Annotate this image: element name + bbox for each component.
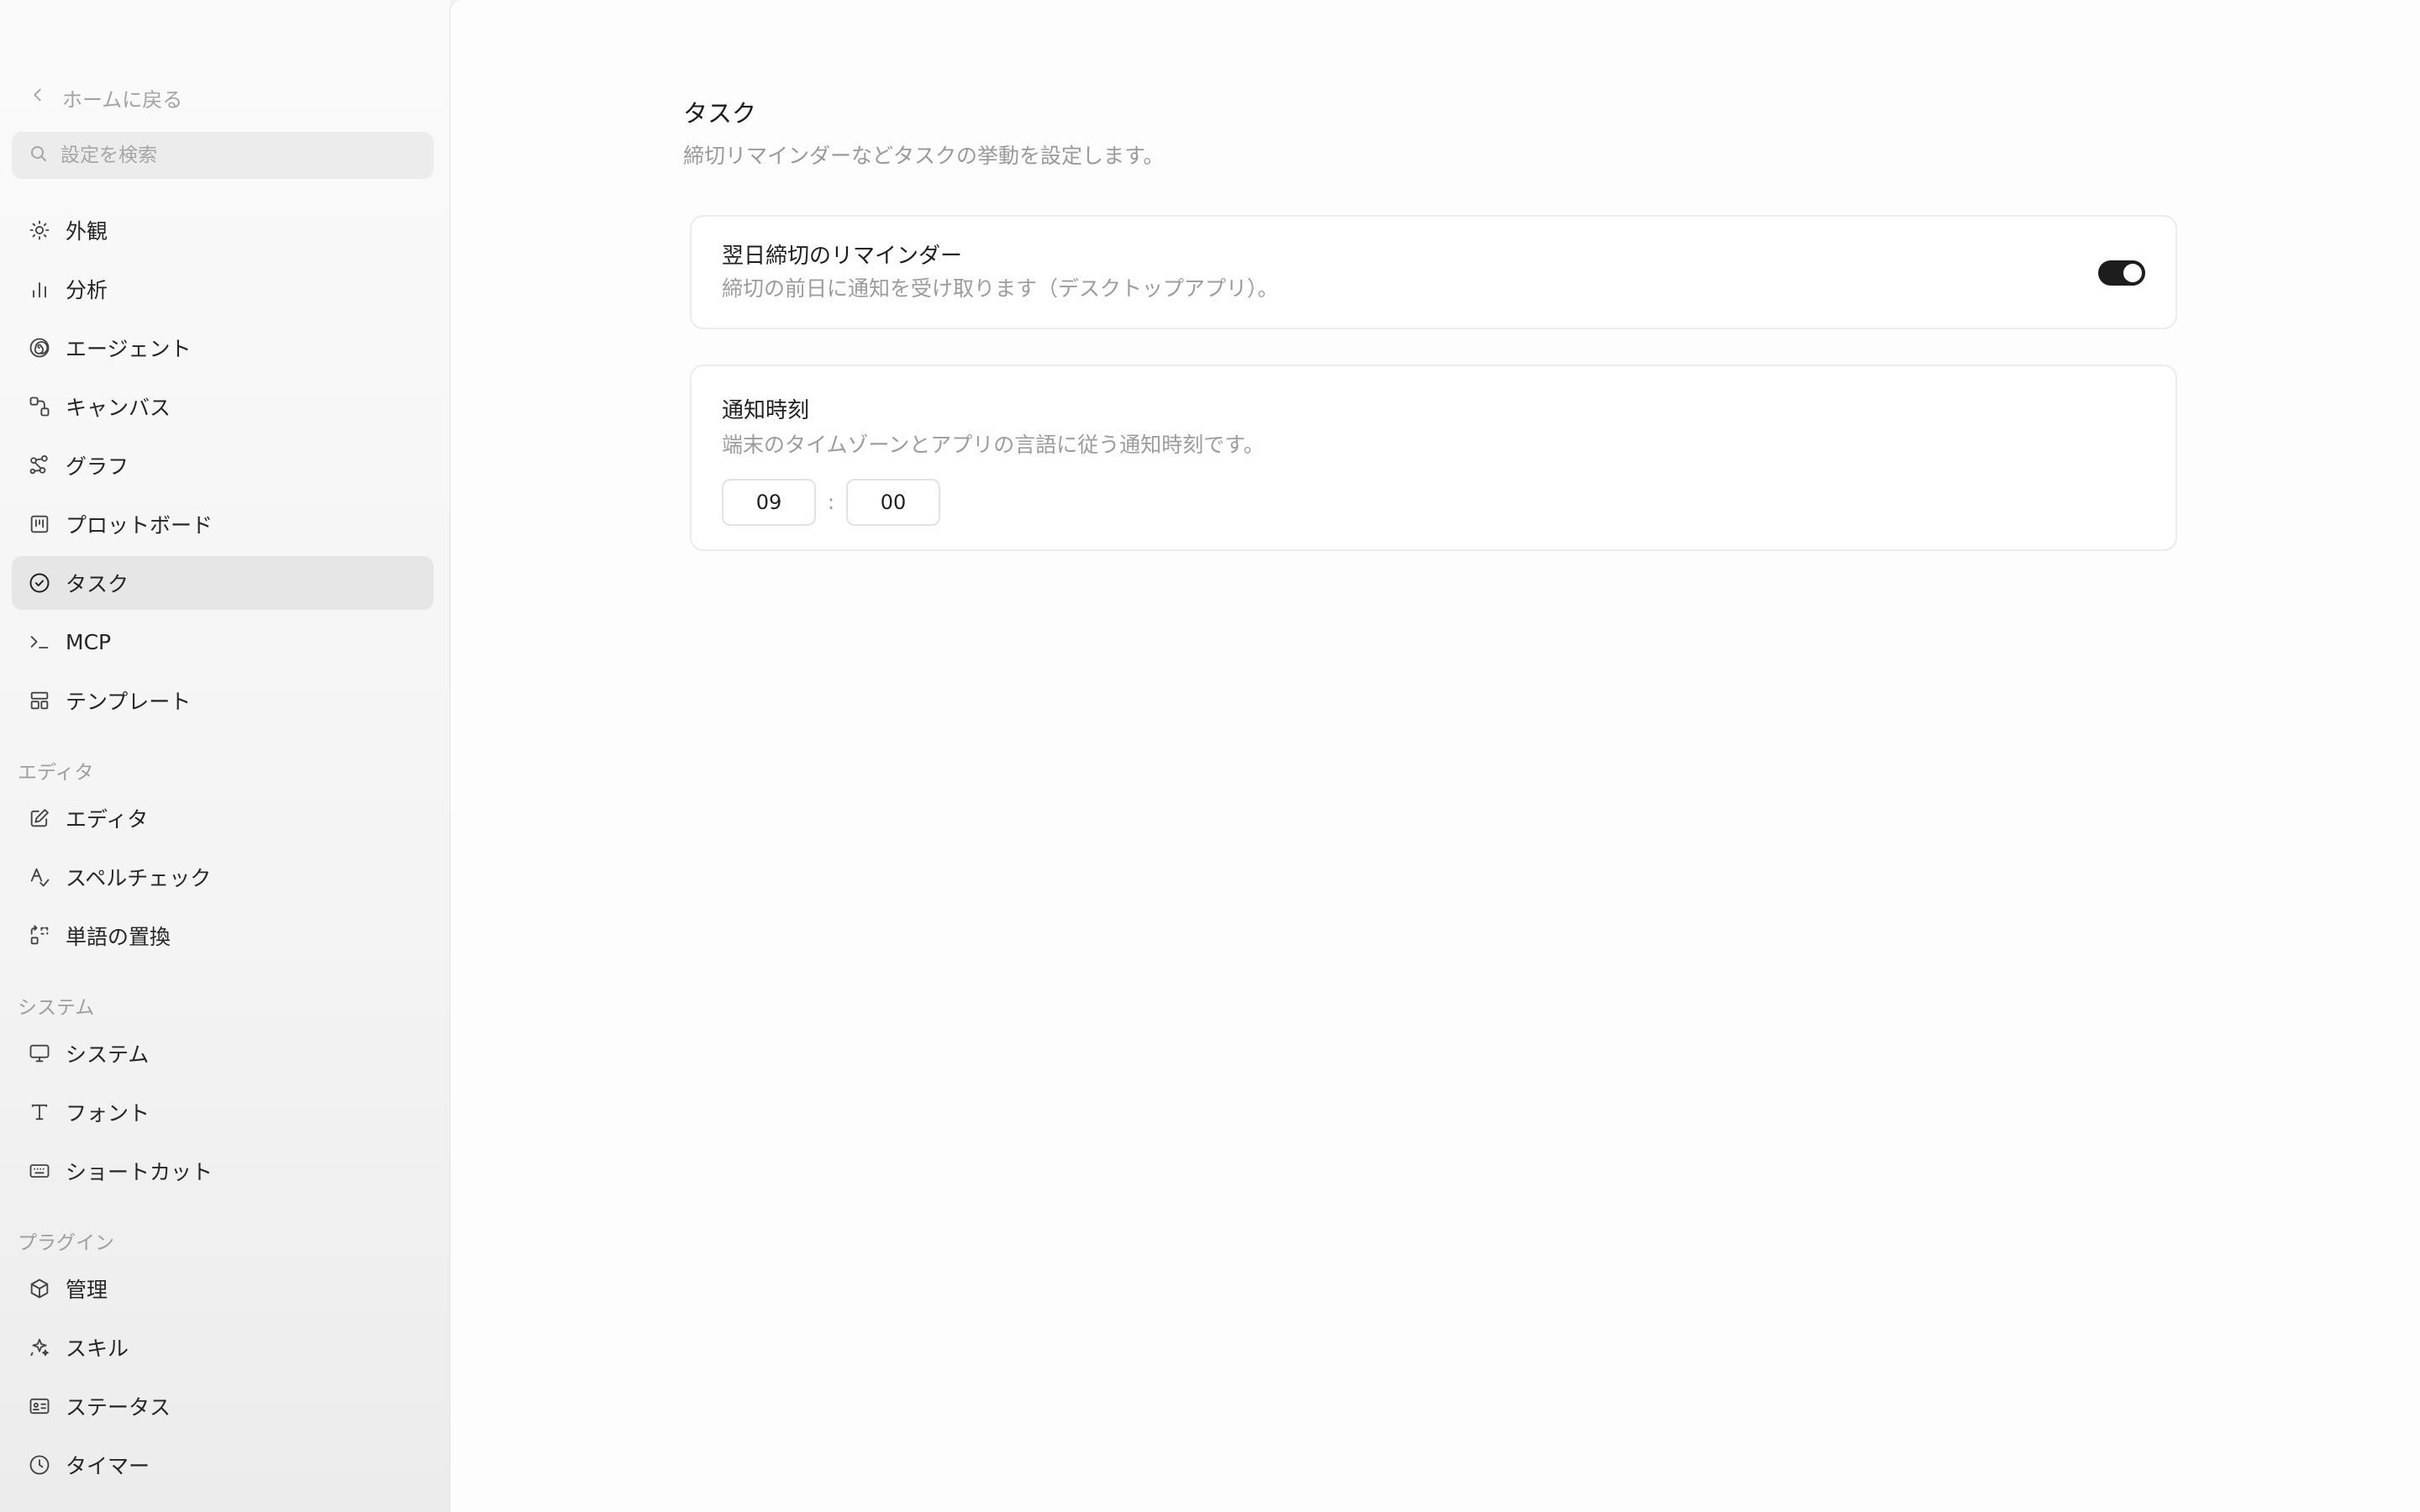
reminder-title: 翌日締切のリマインダー — [722, 244, 963, 269]
package-icon — [27, 1276, 52, 1301]
back-label: ホームに戻る — [62, 87, 183, 112]
sidebar-item-system[interactable]: システム — [12, 1026, 434, 1080]
section-label-editor: エディタ — [18, 762, 94, 784]
bar-chart-icon — [27, 276, 52, 302]
sidebar-item-status[interactable]: ステータス — [12, 1379, 434, 1433]
sidebar-item-label: エージェント — [66, 337, 192, 361]
sidebar-item-label: フォント — [66, 1101, 150, 1126]
sidebar-item-label: グラフ — [66, 454, 129, 479]
canvas-icon — [27, 394, 52, 419]
replace-icon — [27, 923, 52, 948]
sidebar-item-label: MCP — [66, 629, 112, 654]
settings-window: ホームに戻る 外観 分析 エージェント — [0, 0, 2420, 1512]
check-circle-icon — [27, 570, 52, 596]
sidebar-item-spellcheck[interactable]: スペルチェック — [12, 850, 434, 904]
minute-input[interactable] — [846, 479, 940, 526]
sidebar-item-label: スペルチェック — [66, 866, 212, 890]
sidebar-item-font[interactable]: フォント — [12, 1085, 434, 1139]
sidebar-item-label: キャンバス — [66, 396, 171, 420]
sidebar-item-label: プロットボード — [66, 513, 213, 538]
section-label-system: システム — [18, 997, 95, 1019]
sidebar: ホームに戻る 外観 分析 エージェント — [0, 0, 450, 1512]
reminder-description: 締切の前日に通知を受け取ります（デスクトップアプリ）。 — [722, 276, 1279, 301]
sidebar-item-label: エディタ — [66, 807, 149, 832]
sidebar-item-graph[interactable]: グラフ — [12, 438, 434, 492]
sidebar-item-timer[interactable]: タイマー — [12, 1438, 434, 1492]
clock-icon — [27, 1452, 52, 1478]
sidebar-item-label: 単語の置換 — [66, 925, 171, 949]
time-picker: : — [722, 479, 940, 526]
sidebar-item-label: タイマー — [66, 1454, 150, 1478]
sidebar-item-mcp[interactable]: MCP — [12, 615, 434, 669]
sidebar-item-label: 分析 — [66, 278, 108, 302]
sidebar-item-appearance[interactable]: 外観 — [12, 203, 434, 257]
spellcheck-icon — [27, 864, 52, 890]
reminder-toggle[interactable] — [2098, 260, 2145, 286]
sidebar-item-canvas[interactable]: キャンバス — [12, 380, 434, 433]
sidebar-item-word-replace[interactable]: 単語の置換 — [12, 909, 434, 963]
sparkles-icon — [27, 1335, 52, 1360]
sidebar-item-label: 外観 — [66, 219, 108, 244]
edit-pencil-icon — [27, 806, 52, 831]
sidebar-item-tasks[interactable]: タスク — [12, 556, 434, 610]
spiral-icon — [27, 335, 52, 360]
time-separator: : — [827, 491, 835, 514]
sidebar-item-label: ステータス — [66, 1395, 171, 1420]
toggle-knob — [2123, 264, 2142, 282]
type-icon — [27, 1100, 52, 1125]
sidebar-item-manage[interactable]: 管理 — [12, 1262, 434, 1315]
settings-content: タスク 締切リマインダーなどタスクの挙動を設定します。 翌日締切のリマインダー … — [450, 0, 2420, 1512]
sidebar-item-shortcuts[interactable]: ショートカット — [12, 1144, 434, 1198]
layout-template-icon — [27, 688, 52, 713]
sidebar-item-agent[interactable]: エージェント — [12, 321, 434, 375]
sidebar-item-label: テンプレート — [66, 690, 192, 714]
monitor-icon — [27, 1041, 52, 1066]
id-card-icon — [27, 1394, 52, 1419]
sidebar-item-analytics[interactable]: 分析 — [12, 262, 434, 316]
sidebar-item-label: タスク — [66, 572, 129, 596]
settings-search[interactable] — [12, 132, 434, 179]
sidebar-item-templates[interactable]: テンプレート — [12, 674, 434, 727]
sidebar-item-label: ショートカット — [66, 1160, 213, 1184]
page-description: 締切リマインダーなどタスクの挙動を設定します。 — [683, 144, 1165, 168]
sidebar-item-label: 管理 — [66, 1278, 108, 1302]
kanban-board-icon — [27, 512, 52, 537]
chevron-left-icon — [29, 86, 47, 109]
notify-time-card: 通知時刻 端末のタイムゾーンとアプリの言語に従う通知時刻です。 : — [690, 365, 2177, 551]
sidebar-item-editor[interactable]: エディタ — [12, 791, 434, 845]
graph-nodes-icon — [27, 453, 52, 478]
terminal-icon — [27, 629, 52, 654]
sidebar-item-skills[interactable]: スキル — [12, 1320, 434, 1374]
page-title: タスク — [683, 99, 757, 128]
sidebar-item-label: システム — [66, 1042, 150, 1067]
sidebar-item-label: スキル — [66, 1336, 129, 1361]
search-input[interactable] — [59, 144, 415, 167]
hour-input[interactable] — [722, 479, 816, 526]
reminder-card: 翌日締切のリマインダー 締切の前日に通知を受け取ります（デスクトップアプリ）。 — [690, 215, 2177, 329]
search-icon — [29, 144, 49, 167]
sun-icon — [27, 218, 52, 243]
sidebar-item-plotboard[interactable]: プロットボード — [12, 497, 434, 551]
notify-time-description: 端末のタイムゾーンとアプリの言語に従う通知時刻です。 — [722, 433, 1265, 457]
keyboard-icon — [27, 1158, 52, 1184]
notify-time-title: 通知時刻 — [722, 398, 810, 423]
section-label-plugins: プラグイン — [18, 1232, 114, 1254]
back-to-home-link[interactable]: ホームに戻る — [29, 81, 182, 114]
